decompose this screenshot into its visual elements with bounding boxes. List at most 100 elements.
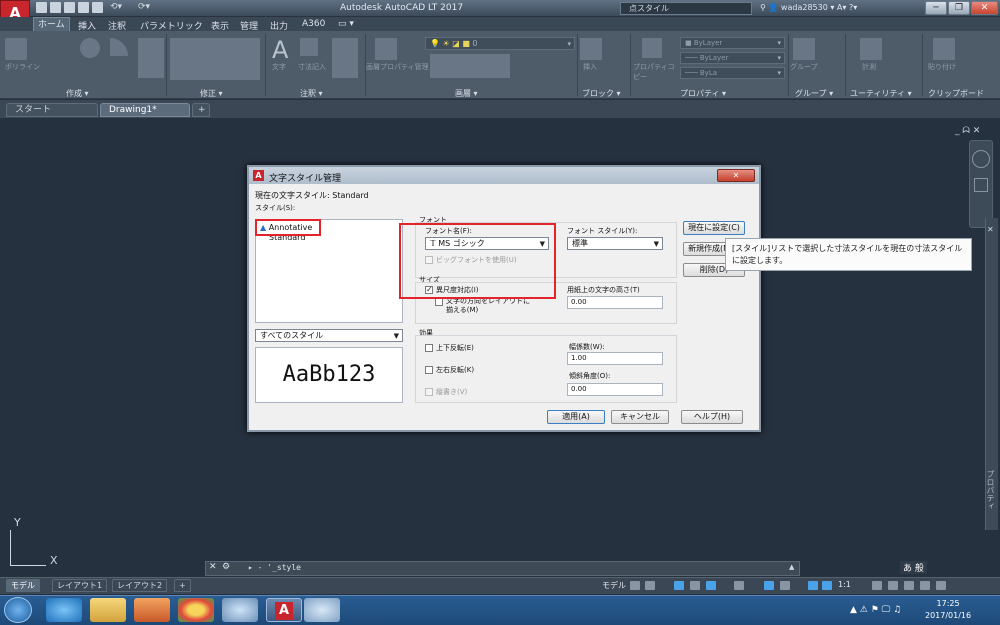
match-properties-icon[interactable] bbox=[642, 38, 662, 58]
otrack-icon[interactable] bbox=[734, 581, 744, 590]
paste-icon[interactable] bbox=[933, 38, 955, 60]
polar-icon[interactable] bbox=[690, 581, 700, 590]
annotation-tools-icon[interactable] bbox=[332, 38, 358, 78]
add-layout-button[interactable]: + bbox=[174, 579, 191, 592]
draw-tools-icon[interactable] bbox=[138, 38, 164, 78]
dialog-close-button[interactable]: ✕ bbox=[717, 169, 755, 182]
panel-layers[interactable]: 画層 ▾ bbox=[455, 88, 478, 99]
customization-icon[interactable] bbox=[936, 581, 946, 590]
oblique-input[interactable]: 0.00 bbox=[567, 383, 663, 396]
measure-button[interactable]: 計測 bbox=[862, 62, 876, 72]
dimension-button[interactable]: 寸法記入 bbox=[298, 62, 326, 72]
chrome-icon[interactable] bbox=[178, 598, 214, 622]
media-player-icon[interactable] bbox=[134, 598, 170, 622]
autocad-taskbar-icon[interactable]: A bbox=[266, 598, 302, 622]
new-icon[interactable] bbox=[36, 2, 47, 13]
ribbon-options-icon[interactable]: ▭ ▾ bbox=[338, 19, 354, 29]
layer-dropdown[interactable]: 💡 ☀ ◪ ■ 0 ▾ bbox=[425, 37, 575, 50]
panel-utilities[interactable]: ユーティリティ ▾ bbox=[850, 88, 912, 99]
grid-icon[interactable] bbox=[630, 581, 640, 590]
isolate-icon[interactable] bbox=[904, 581, 914, 590]
open-icon[interactable] bbox=[50, 2, 61, 13]
layer-properties-icon[interactable] bbox=[375, 38, 397, 60]
lineweight-icon[interactable] bbox=[764, 581, 774, 590]
save-icon[interactable] bbox=[64, 2, 75, 13]
tab-drawing1[interactable]: Drawing1* ✕ bbox=[100, 103, 190, 128]
help-button[interactable]: ヘルプ(H) bbox=[681, 410, 743, 424]
close-button[interactable]: ✕ bbox=[971, 1, 998, 15]
snap-icon[interactable] bbox=[645, 581, 655, 590]
ime-indicator[interactable]: あ 般 bbox=[900, 561, 927, 574]
viewport-controls[interactable]: _ ᗣ ✕ bbox=[955, 126, 980, 136]
transparency-icon[interactable] bbox=[780, 581, 790, 590]
set-current-button[interactable]: 現在に設定(C) bbox=[683, 221, 745, 235]
match-properties-button[interactable]: プロパティコピー bbox=[633, 62, 677, 82]
command-history-icon[interactable]: ▲ bbox=[789, 563, 794, 571]
tab-model[interactable]: モデル bbox=[6, 579, 40, 592]
panel-annotation[interactable]: 注釈 ▾ bbox=[300, 88, 323, 99]
pan-icon[interactable] bbox=[974, 178, 988, 192]
search-input[interactable]: 点スタイル bbox=[620, 2, 752, 15]
paint-icon[interactable] bbox=[304, 598, 340, 622]
apply-button[interactable]: 適用(A) bbox=[547, 410, 605, 424]
dimension-icon[interactable] bbox=[300, 38, 318, 56]
tab-start[interactable]: スタート bbox=[6, 103, 98, 117]
color-dropdown[interactable]: ■ ByLayer ▾ bbox=[680, 37, 785, 49]
annotation-scale[interactable]: 1:1 bbox=[838, 580, 851, 589]
tab-layout1[interactable]: レイアウト1 bbox=[52, 579, 108, 592]
undo-icon[interactable]: ⟲▾ bbox=[110, 2, 132, 13]
match-orientation-checkbox[interactable] bbox=[435, 298, 443, 306]
modify-tools-icon[interactable] bbox=[170, 38, 260, 80]
panel-modify[interactable]: 修正 ▾ bbox=[200, 88, 223, 99]
osnap-icon[interactable] bbox=[706, 581, 716, 590]
start-button[interactable] bbox=[4, 597, 32, 623]
linetype-dropdown[interactable]: ─── ByLayer ▾ bbox=[680, 52, 785, 64]
text-button[interactable]: 文字 bbox=[272, 62, 286, 72]
user-menu[interactable]: ⚲ 👤 wada28530 ▾ A▾ ?▾ bbox=[760, 3, 857, 12]
panel-clipboard[interactable]: クリップボード bbox=[928, 88, 984, 99]
redo-icon[interactable]: ⟳▾ bbox=[138, 2, 160, 13]
paste-button[interactable]: 貼り付け bbox=[928, 62, 956, 72]
paper-height-input[interactable]: 0.00 bbox=[567, 296, 663, 309]
viewcube-icon[interactable] bbox=[972, 150, 990, 168]
explorer-icon[interactable] bbox=[90, 598, 126, 622]
circle-icon[interactable] bbox=[80, 38, 100, 58]
tab-home[interactable]: ホーム bbox=[33, 17, 70, 31]
annotation-visibility-icon[interactable] bbox=[808, 581, 818, 590]
style-filter-dropdown[interactable]: すべてのスタイル ▼ bbox=[255, 329, 403, 342]
snipping-tool-icon[interactable] bbox=[222, 598, 258, 622]
tray-icons[interactable]: ▲ ⚠ ⚑ 🖵 ♫ bbox=[850, 605, 901, 615]
palette-close-icon[interactable]: ✕ bbox=[987, 225, 994, 234]
line-icon[interactable] bbox=[5, 38, 27, 60]
panel-block[interactable]: ブロック ▾ bbox=[582, 88, 621, 99]
clock[interactable]: 17:25 2017/01/16 bbox=[925, 598, 971, 622]
insert-icon[interactable] bbox=[580, 38, 602, 60]
customize-icon[interactable]: ⚙ bbox=[222, 562, 230, 572]
saveas-icon[interactable] bbox=[78, 2, 89, 13]
workspace-gear-icon[interactable] bbox=[872, 581, 882, 590]
panel-draw[interactable]: 作成 ▾ bbox=[66, 88, 89, 99]
plot-icon[interactable] bbox=[92, 2, 103, 13]
layer-tools-icon[interactable] bbox=[430, 54, 510, 78]
tab-layout2[interactable]: レイアウト2 bbox=[112, 579, 168, 592]
annotation-autoscale-icon[interactable] bbox=[822, 581, 832, 590]
ie-icon[interactable] bbox=[46, 598, 82, 622]
text-icon[interactable]: A bbox=[272, 36, 288, 64]
backwards-checkbox[interactable] bbox=[425, 366, 433, 374]
maximize-button[interactable]: ❐ bbox=[948, 1, 970, 15]
polyline-button[interactable]: ポリライン bbox=[5, 62, 40, 72]
add-tab-button[interactable]: + bbox=[192, 103, 210, 117]
layer-properties-button[interactable]: 画層プロパティ管理 bbox=[366, 62, 429, 72]
ortho-icon[interactable] bbox=[674, 581, 684, 590]
model-space-button[interactable]: モデル bbox=[602, 580, 626, 591]
upside-down-checkbox[interactable] bbox=[425, 344, 433, 352]
plus-icon[interactable] bbox=[888, 581, 898, 590]
vertical-checkbox[interactable] bbox=[425, 388, 433, 396]
clean-screen-icon[interactable] bbox=[920, 581, 930, 590]
width-factor-input[interactable]: 1.00 bbox=[567, 352, 663, 365]
lineweight-dropdown[interactable]: ─── ByLa ▾ bbox=[680, 67, 785, 79]
panel-properties[interactable]: プロパティ ▾ bbox=[680, 88, 726, 99]
cancel-button[interactable]: キャンセル bbox=[611, 410, 669, 424]
tab-a360[interactable]: A360 bbox=[302, 19, 325, 29]
command-close-icon[interactable]: ✕ bbox=[209, 562, 217, 572]
